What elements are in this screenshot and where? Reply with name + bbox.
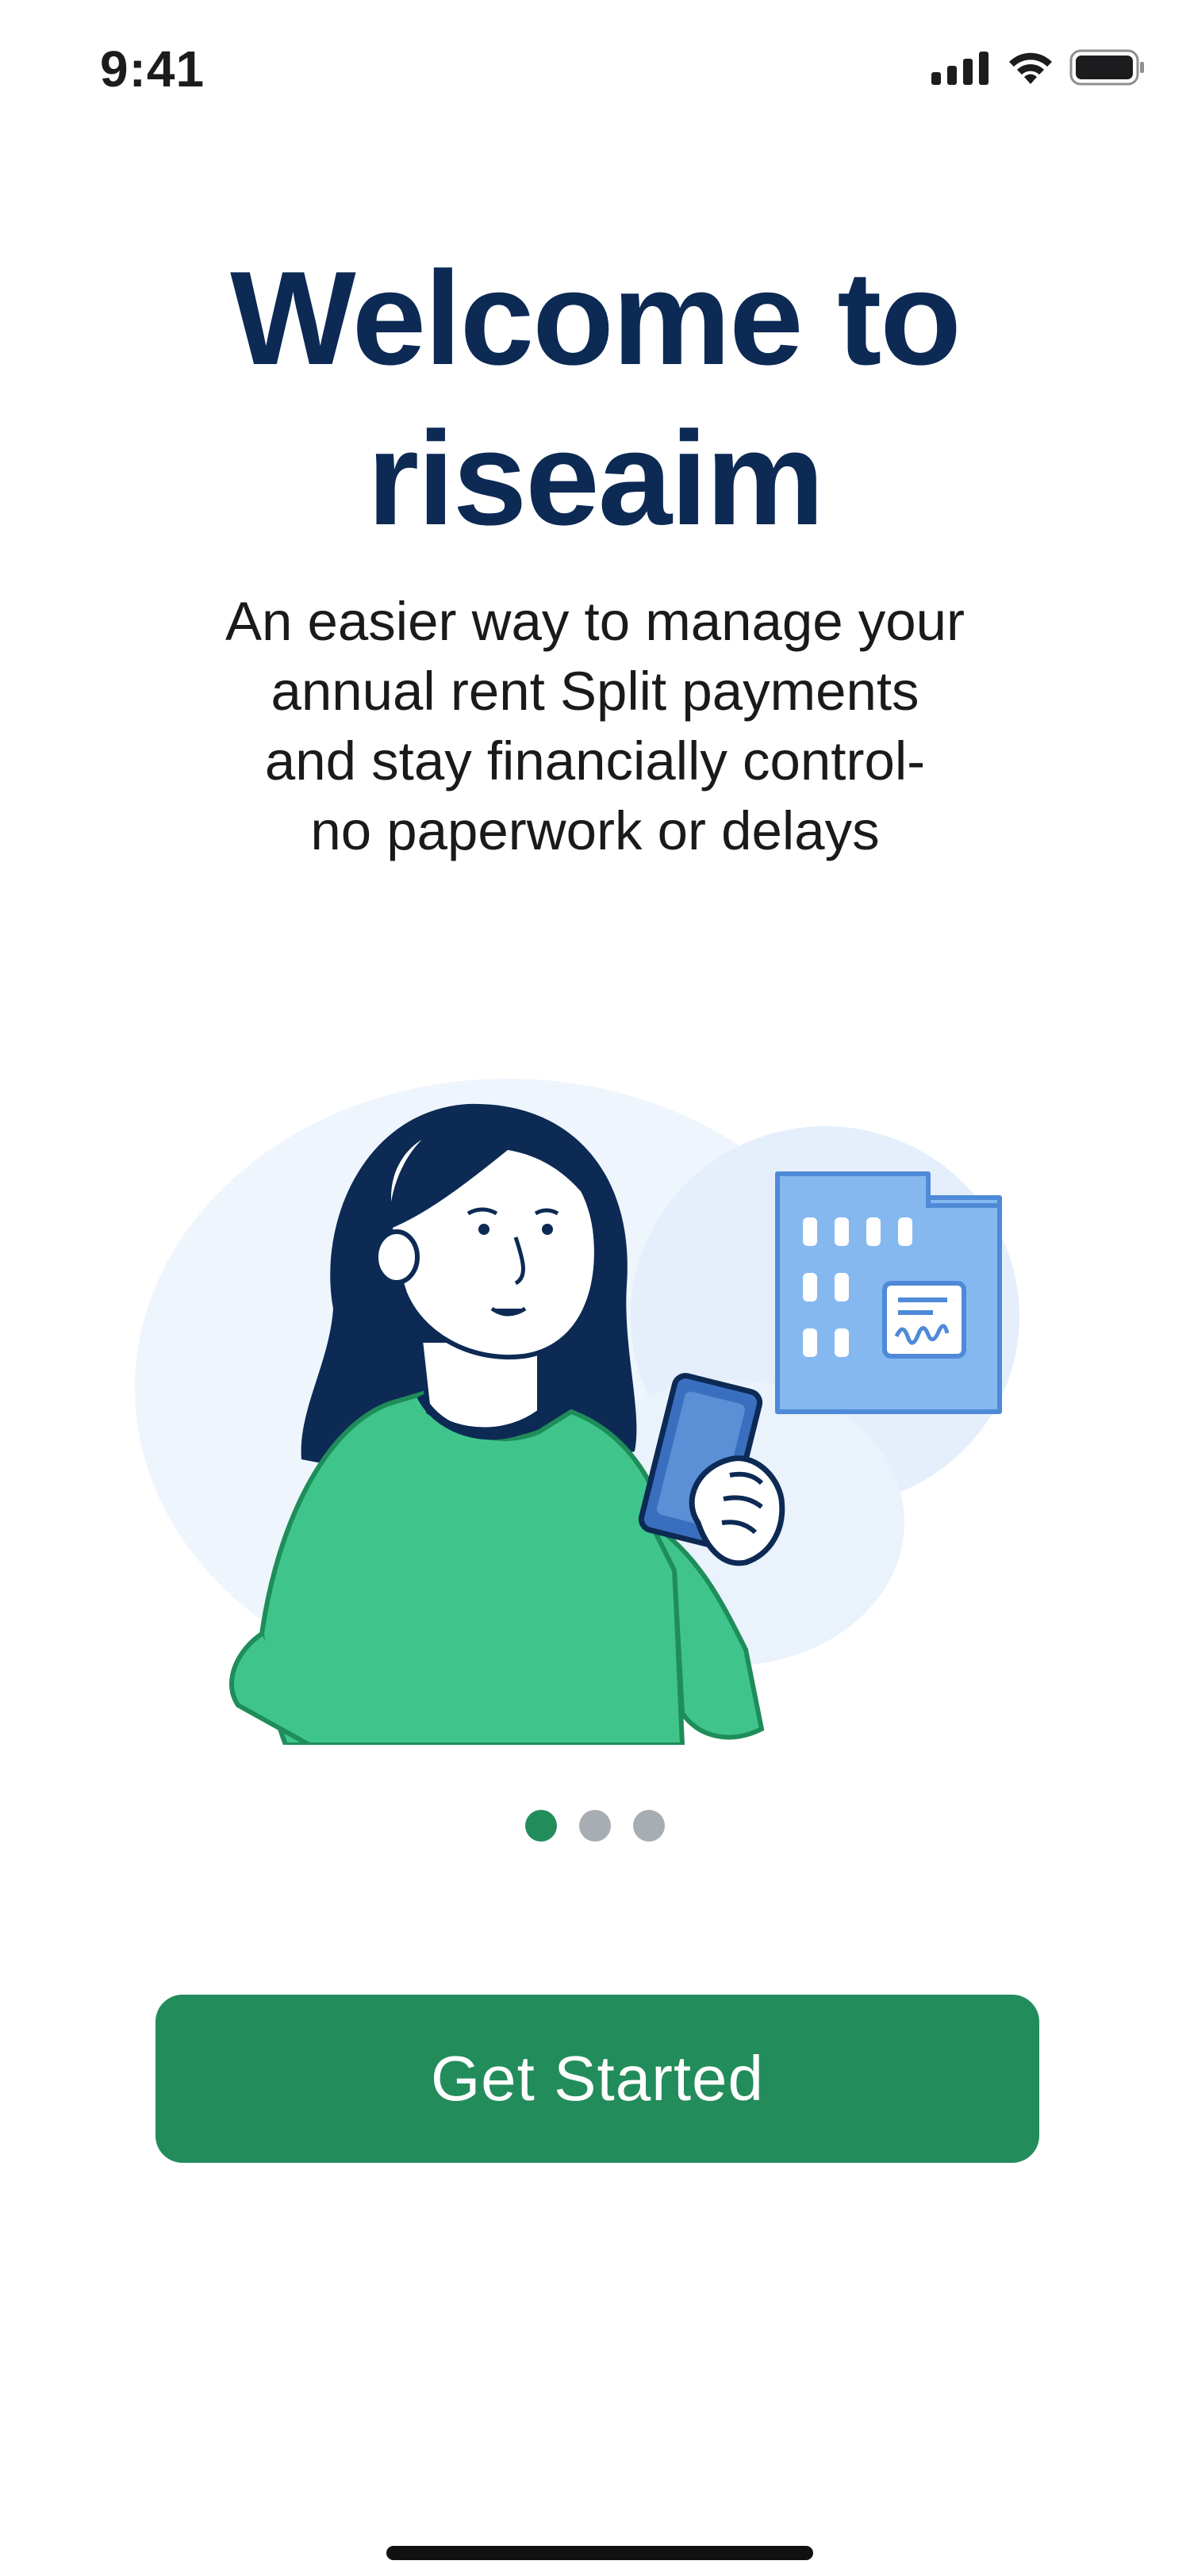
status-bar: 9:41	[0, 0, 1190, 143]
title-line: riseaim	[367, 404, 824, 553]
status-time: 9:41	[100, 40, 205, 98]
page-dot[interactable]	[579, 1810, 611, 1842]
home-indicator[interactable]	[386, 2546, 813, 2560]
get-started-button[interactable]: Get Started	[155, 1995, 1039, 2163]
page-title: Welcome to riseaim	[0, 238, 1190, 558]
document-icon	[775, 1171, 1002, 1414]
page-dot[interactable]	[633, 1810, 665, 1842]
cellular-signal-icon	[931, 52, 988, 85]
title-line: Welcome to	[230, 243, 962, 393]
page-dot-active[interactable]	[525, 1810, 557, 1842]
subtitle-line: no paperwork or delays	[310, 800, 880, 861]
subtitle-line: annual rent Split payments	[271, 661, 919, 722]
subtitle-line: An easier way to manage your	[225, 591, 965, 652]
subtitle: An easier way to manage your annual rent…	[119, 587, 1071, 866]
wifi-icon	[1009, 52, 1052, 84]
battery-icon	[1069, 49, 1144, 86]
subtitle-line: and stay financially control-	[264, 730, 926, 792]
page-indicator	[0, 1810, 1190, 1842]
onboarding-illustration	[135, 1079, 1019, 1745]
status-icons	[931, 49, 1146, 86]
